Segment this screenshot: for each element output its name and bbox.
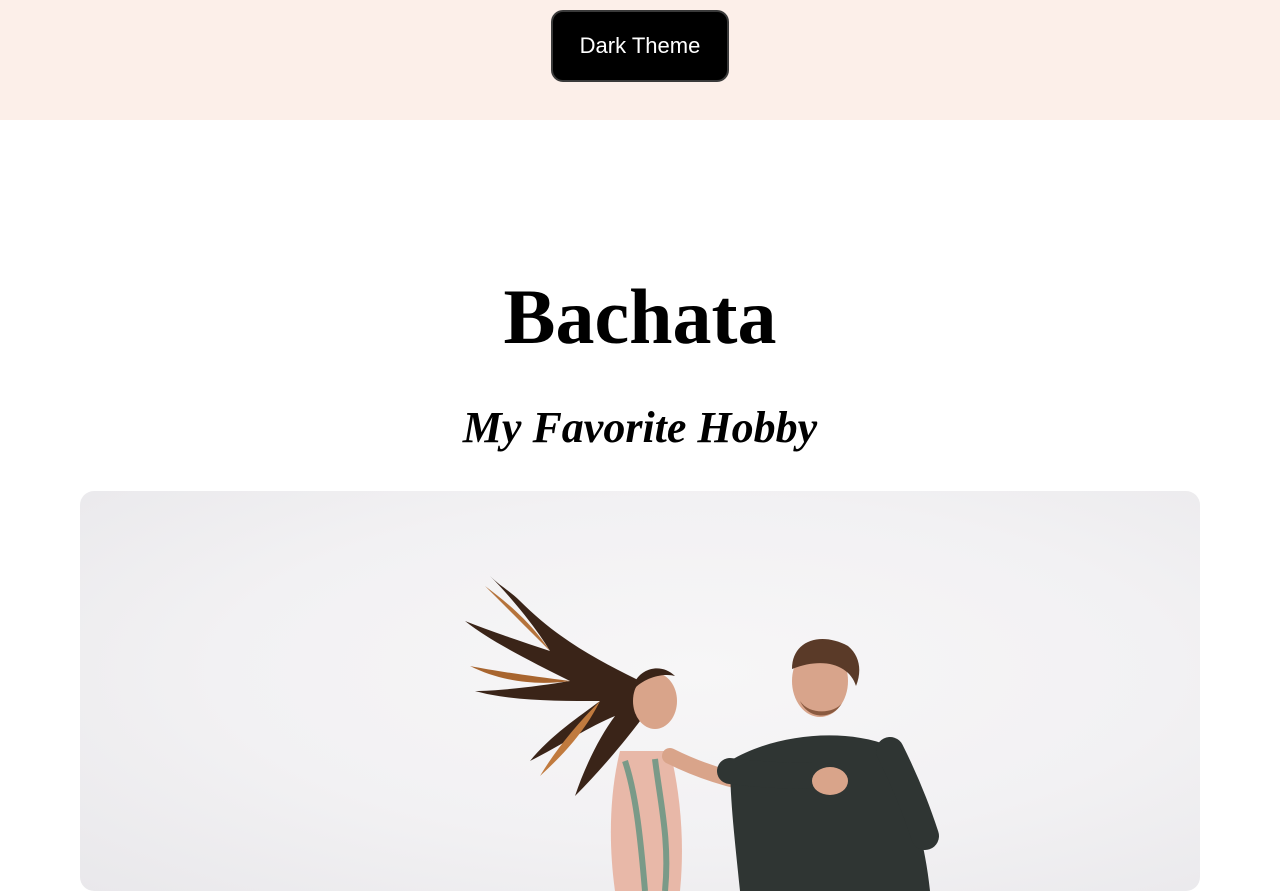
page-subtitle: My Favorite Hobby [462,403,818,452]
dancers-photo [80,491,1200,891]
dark-theme-button[interactable]: Dark Theme [551,10,729,82]
top-bar: Dark Theme [0,0,1280,120]
woman-hair [465,576,640,796]
man-figure [717,639,939,891]
page-title: Bachata [503,273,777,360]
